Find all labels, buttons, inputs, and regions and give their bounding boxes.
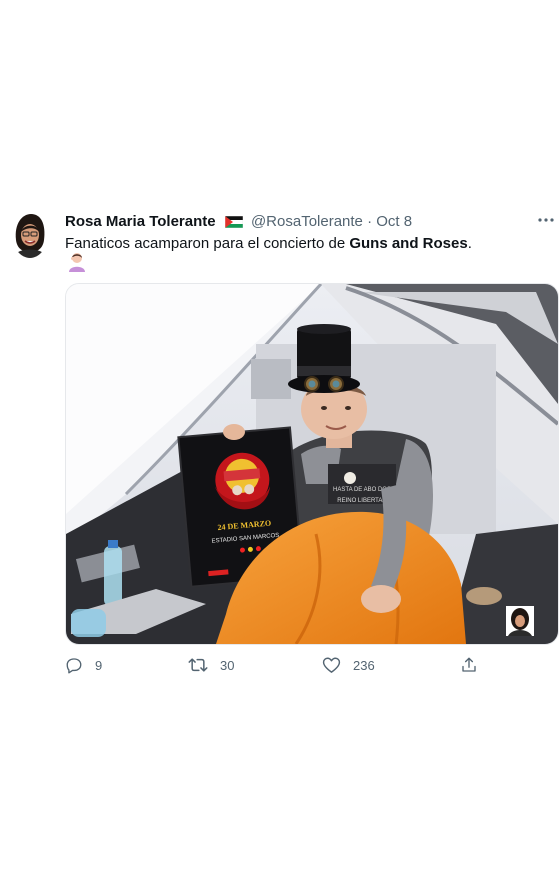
tweet-date[interactable]: Oct 8 bbox=[376, 213, 412, 230]
author-name[interactable]: Rosa Maria Tolerante bbox=[65, 213, 216, 230]
reply-count: 9 bbox=[95, 657, 103, 673]
more-horizontal-icon[interactable] bbox=[536, 211, 556, 229]
tweet[interactable]: Rosa Maria Tolerante @RosaTolerante · Oc… bbox=[0, 0, 560, 883]
palestine-flag-icon bbox=[224, 214, 244, 234]
header-separator: · bbox=[367, 213, 373, 230]
reply-icon bbox=[66, 658, 82, 674]
reply-button[interactable]: 9 bbox=[65, 654, 102, 676]
share-button[interactable] bbox=[460, 654, 490, 676]
heart-icon bbox=[322, 657, 341, 673]
tweet-text: Fanaticos acamparon para el concierto de… bbox=[65, 234, 545, 254]
tweet-media-photo[interactable]: HASTA DE ABO DOS REINO LIBERTAD 24 DE MA… bbox=[65, 283, 559, 645]
tweet-text-suffix: . bbox=[467, 235, 472, 252]
person-facepalming-emoji-icon bbox=[68, 252, 86, 272]
like-button[interactable]: 236 bbox=[322, 654, 375, 676]
author-handle[interactable]: @RosaTolerante bbox=[251, 213, 363, 230]
retweet-icon bbox=[188, 658, 208, 672]
tweet-text-prefix: Fanaticos acamparon para el concierto de bbox=[65, 235, 350, 252]
like-count: 236 bbox=[353, 657, 375, 673]
tweet-actions: 9 30 236 bbox=[65, 654, 505, 676]
shirt-text-2: REINO LIBERTAD bbox=[337, 498, 387, 504]
retweet-count: 30 bbox=[220, 657, 235, 673]
tweet-header: Rosa Maria Tolerante @RosaTolerante · Oc… bbox=[65, 212, 550, 232]
share-icon bbox=[462, 657, 476, 672]
tweet-text-bold: Guns and Roses bbox=[349, 235, 468, 252]
retweet-button[interactable]: 30 bbox=[188, 654, 234, 676]
avatar[interactable] bbox=[12, 210, 48, 258]
